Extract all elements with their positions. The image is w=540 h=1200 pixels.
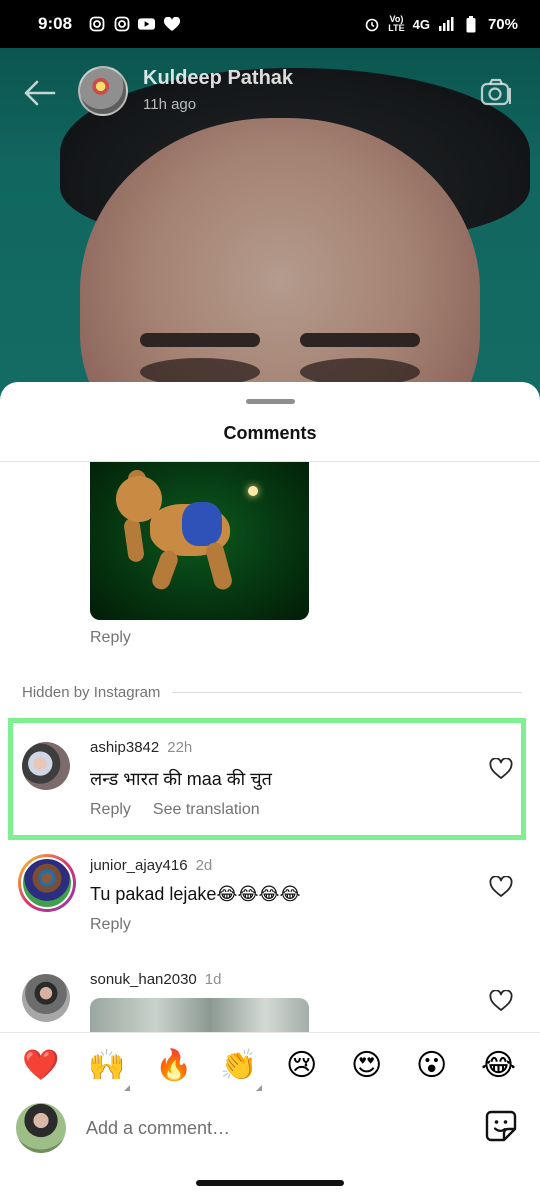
sheet-grabber[interactable] xyxy=(246,399,295,404)
owner-name[interactable]: Kuldeep Pathak xyxy=(143,67,293,90)
commenter-avatar-story-ring[interactable] xyxy=(18,854,76,912)
youtube-icon xyxy=(138,16,156,33)
emoji-raised-hands-button[interactable]: 🙌 xyxy=(88,1049,125,1083)
comment-username[interactable]: junior_ajay416 xyxy=(90,857,188,874)
sparkle xyxy=(248,486,258,496)
commenter-avatar[interactable] xyxy=(22,974,70,1022)
comment-composer xyxy=(0,1099,540,1167)
comment-header: junior_ajay416 2d xyxy=(90,857,212,874)
emoji-fire-button[interactable]: 🔥 xyxy=(155,1049,192,1083)
home-gesture-pill[interactable] xyxy=(196,1180,344,1186)
like-heart-icon[interactable] xyxy=(489,989,513,1012)
comments-sheet: Comments Reply Hidden by Instagram aship… xyxy=(0,382,540,1167)
my-avatar xyxy=(16,1103,66,1153)
bear-shape xyxy=(204,540,234,592)
story-header: Kuldeep Pathak 11h ago xyxy=(0,60,540,126)
reply-button[interactable]: Reply xyxy=(90,629,131,647)
system-status: Vo) LTE 4G 70% xyxy=(363,15,518,33)
owner-avatar[interactable] xyxy=(78,66,128,116)
comment-time: 2d xyxy=(195,857,213,874)
comment-time: 22h xyxy=(167,739,193,756)
comment-time: 1d xyxy=(204,971,222,988)
emoji-laughing-button[interactable]: 😂 xyxy=(481,1049,516,1083)
back-arrow-icon[interactable] xyxy=(22,78,56,108)
instagram-icon xyxy=(113,16,130,33)
emoji-quick-bar: ❤️ 🙌 🔥 👏 😢 😍 😮 😂 xyxy=(0,1032,540,1102)
instagram-icon xyxy=(88,16,105,33)
sheet-title: Comments xyxy=(223,423,317,443)
heart-icon xyxy=(163,16,180,33)
story-timestamp: 11h ago xyxy=(143,96,197,113)
emoji-variant-indicator xyxy=(124,1085,130,1091)
network-type: 4G xyxy=(412,16,430,32)
avatar xyxy=(21,857,73,909)
reply-button[interactable]: Reply xyxy=(90,916,131,934)
commenter-avatar[interactable] xyxy=(22,742,70,790)
reply-button[interactable]: Reply xyxy=(90,801,131,819)
divider xyxy=(172,692,522,693)
comment-header: aship3842 22h xyxy=(90,739,192,756)
like-heart-icon[interactable] xyxy=(489,757,513,780)
notification-icons xyxy=(88,16,180,33)
comment-actions: Reply See translation xyxy=(90,801,260,819)
system-nav-bar xyxy=(0,1167,540,1200)
bear-shape xyxy=(182,502,222,546)
bear-shape xyxy=(123,517,145,563)
status-time: 9:08 xyxy=(38,14,73,33)
bear-shape xyxy=(116,476,162,522)
camera-icon[interactable] xyxy=(480,78,512,108)
hidden-by-instagram-label: Hidden by Instagram xyxy=(22,684,161,701)
comment-username[interactable]: sonuk_han2030 xyxy=(90,971,197,988)
comment-text: लन्ड भारत की maa की चुत xyxy=(90,769,272,789)
emoji-variant-indicator xyxy=(256,1085,262,1091)
comment-username[interactable]: aship3842 xyxy=(90,739,159,756)
emoji-surprised-button[interactable]: 😮 xyxy=(416,1049,447,1083)
bear-shape xyxy=(149,548,181,592)
signal-icon xyxy=(438,16,455,33)
comment-actions: Reply xyxy=(90,916,131,934)
emoji-crying-button[interactable]: 😢 xyxy=(286,1049,317,1083)
battery-percent: 70% xyxy=(487,15,518,33)
sticker-icon[interactable] xyxy=(484,1109,518,1143)
comment-header: sonuk_han2030 1d xyxy=(90,971,221,988)
comment-text: Tu pakad lejake😂😂😂😂 xyxy=(90,884,301,904)
emoji-heart-button[interactable]: ❤️ xyxy=(22,1049,59,1083)
emoji-heart-eyes-button[interactable]: 😍 xyxy=(351,1049,382,1083)
status-bar: 9:08 Vo) LTE 4G 70% xyxy=(0,0,540,48)
volte-icon: Vo) LTE xyxy=(388,14,405,33)
see-translation-button[interactable]: See translation xyxy=(153,801,260,819)
like-heart-icon[interactable] xyxy=(489,875,513,898)
comment-sticker-image[interactable] xyxy=(90,462,309,620)
battery-icon xyxy=(463,15,480,33)
hidden-comments-row[interactable]: Hidden by Instagram xyxy=(22,684,522,701)
alarm-icon xyxy=(363,16,380,33)
emoji-clap-button[interactable]: 👏 xyxy=(220,1049,257,1083)
comment-input[interactable] xyxy=(86,1115,446,1141)
